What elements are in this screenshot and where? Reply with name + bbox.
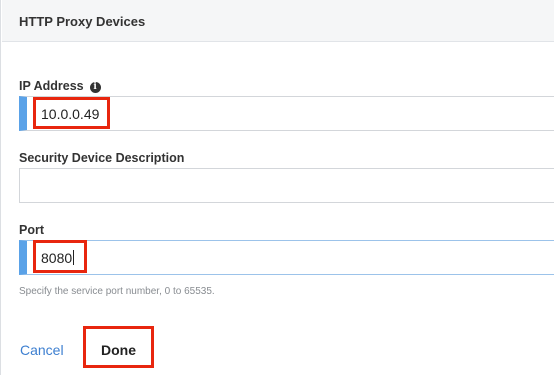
text-caret (73, 250, 75, 265)
ip-address-input[interactable]: 10.0.0.49 (19, 96, 554, 131)
panel-title: HTTP Proxy Devices (19, 14, 146, 29)
ip-address-label: IP Address i (19, 79, 101, 93)
port-value-wrap: 8080 (41, 250, 75, 266)
cancel-button[interactable]: Cancel (20, 342, 64, 358)
port-hint: Specify the service port number, 0 to 65… (19, 286, 215, 297)
ip-address-label-text: IP Address (19, 79, 84, 93)
panel-header: HTTP Proxy Devices (2, 0, 554, 42)
ip-address-value: 10.0.0.49 (41, 106, 100, 122)
done-button[interactable]: Done (101, 342, 136, 358)
description-input[interactable] (19, 168, 554, 203)
description-label: Security Device Description (19, 151, 185, 165)
port-value: 8080 (41, 250, 73, 266)
http-proxy-device-panel: HTTP Proxy Devices IP Address i 10.0.0.49… (0, 0, 554, 375)
info-icon[interactable]: i (89, 82, 101, 93)
port-input[interactable]: 8080 (19, 240, 554, 275)
port-label: Port (19, 223, 44, 237)
